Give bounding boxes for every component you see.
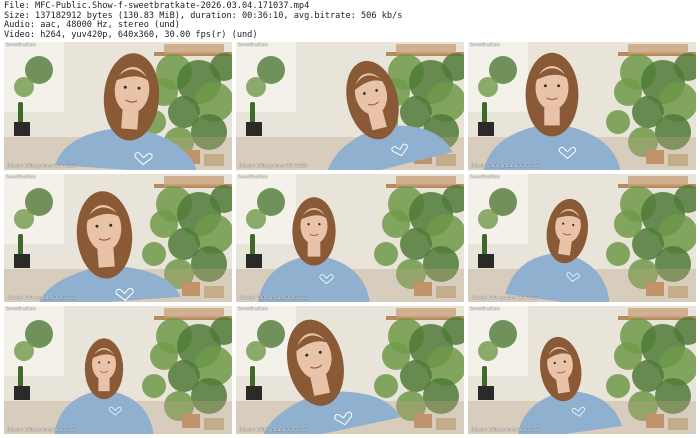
thumbnail-scene	[468, 174, 696, 302]
thumbnail-status-overlay: Nobody! 200x grabbed 3/2 (TLES)	[471, 295, 540, 300]
thumbnail-scene	[236, 174, 464, 302]
video-thumbnail: SweetBratKate Nobody! 200x grabbed 3/2 (T…	[468, 174, 696, 302]
thumbnail-scene	[236, 306, 464, 434]
thumbnail-username-overlay: SweetBratKate	[6, 174, 36, 179]
video-thumbnail: SweetBratKate Nobody! 200x grabbed 3/2 (T…	[4, 174, 232, 302]
video-thumbnail: SweetBratKate Nobody! 200x grabbed 3/2 (T…	[236, 42, 464, 170]
file-info-header: File: MFC-Public.Show-f-sweetbratkate-20…	[4, 1, 696, 40]
thumbnail-status-overlay: Nobody! 200x grabbed 3/2 (TLES)	[239, 427, 308, 432]
video-thumbnail: SweetBratKate Nobody! 200x grabbed 3/2 (T…	[4, 42, 232, 170]
thumbnail-scene	[4, 306, 232, 434]
thumbnail-username-overlay: SweetBratKate	[470, 42, 500, 47]
thumbnail-scene	[4, 42, 232, 170]
thumbnail-status-overlay: Nobody! 200x grabbed 3/2 (TLES)	[239, 295, 308, 300]
video-info-line: Video: h264, yuv420p, 640x360, 30.00 fps…	[4, 29, 258, 40]
thumbnail-status-overlay: Nobody! 200x grabbed 3/2 (TLES)	[471, 163, 540, 168]
thumbnail-username-overlay: SweetBratKate	[6, 42, 36, 47]
thumbnail-scene	[468, 42, 696, 170]
thumbnail-username-overlay: SweetBratKate	[470, 174, 500, 179]
thumbnail-username-overlay: SweetBratKate	[238, 306, 268, 311]
thumbnail-scene	[236, 42, 464, 170]
thumbnail-status-overlay: Nobody! 200x grabbed 3/2 (TLES)	[7, 163, 76, 168]
thumbnail-status-overlay: Nobody! 200x grabbed 3/2 (TLES)	[7, 427, 76, 432]
video-thumbnail: SweetBratKate Nobody! 200x grabbed 3/2 (T…	[468, 42, 696, 170]
thumbnail-username-overlay: SweetBratKate	[238, 42, 268, 47]
thumbnail-username-overlay: SweetBratKate	[470, 306, 500, 311]
thumbnail-scene	[468, 306, 696, 434]
thumbnail-status-overlay: Nobody! 200x grabbed 3/2 (TLES)	[239, 163, 308, 168]
thumbnail-scene	[4, 174, 232, 302]
video-thumbnail: SweetBratKate Nobody! 200x grabbed 3/2 (T…	[4, 306, 232, 434]
thumbnail-username-overlay: SweetBratKate	[6, 306, 36, 311]
video-thumbnail: SweetBratKate Nobody! 200x grabbed 3/2 (T…	[236, 306, 464, 434]
thumbnail-username-overlay: SweetBratKate	[238, 174, 268, 179]
thumbnail-status-overlay: Nobody! 200x grabbed 3/2 (TLES)	[471, 427, 540, 432]
video-thumbnail: SweetBratKate Nobody! 200x grabbed 3/2 (T…	[468, 306, 696, 434]
thumbnail-status-overlay: Nobody! 200x grabbed 3/2 (TLES)	[7, 295, 76, 300]
thumbnail-grid: SweetBratKate Nobody! 200x grabbed 3/2 (T…	[4, 42, 696, 434]
video-thumbnail: SweetBratKate Nobody! 200x grabbed 3/2 (T…	[236, 174, 464, 302]
